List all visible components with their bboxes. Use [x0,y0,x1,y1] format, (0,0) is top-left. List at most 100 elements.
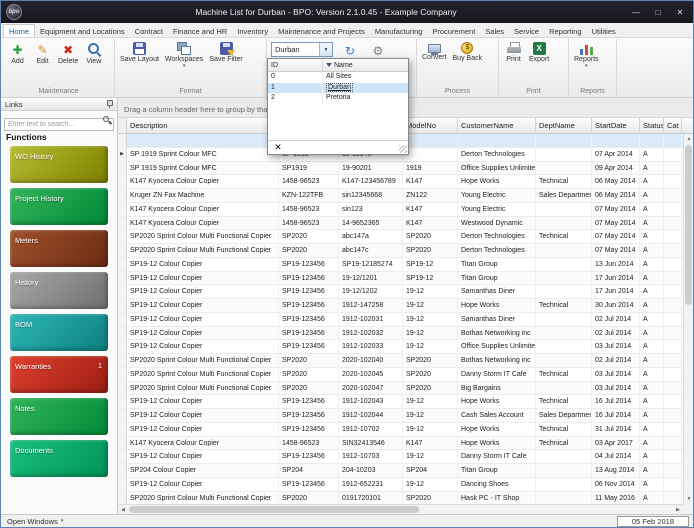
print-button[interactable]: Print [501,40,526,86]
scroll-up-icon[interactable]: ▲ [684,134,693,144]
tab-reporting[interactable]: Reporting [544,25,587,37]
column-header-modelno[interactable]: ModelNo [403,118,458,133]
grid-cell [664,230,682,243]
function-project-history[interactable]: Project History [10,188,108,225]
tab-finance-and-hr[interactable]: Finance and HR [168,25,232,37]
save-filter-button[interactable]: Save Filter [206,40,245,86]
function-notes[interactable]: Notes [10,398,108,435]
popup-column-id[interactable]: ID [268,59,323,71]
horizontal-scrollbar[interactable]: ◀ ▶ [118,504,683,514]
function-bom[interactable]: BOM [10,314,108,351]
grid-row[interactable]: SP2020 Sprint Colour Multi Functional Co… [118,382,683,396]
scroll-left-icon[interactable]: ◀ [118,505,128,514]
tab-service[interactable]: Service [509,25,544,37]
functions-list: WO History Project History Meters History BO… [1,144,117,514]
site-option-all-sites[interactable]: 0All Sites [268,72,408,83]
tab-equipment-and-locations[interactable]: Equipment and Locations [35,25,130,37]
grid-row[interactable]: SP19-12 Colour CopierSP19-1234561912-102… [118,340,683,354]
grid-row[interactable]: SP2020 Sprint Colour Multi Functional Co… [118,492,683,505]
save-layout-button[interactable]: Save Layout [117,40,162,86]
function-documents[interactable]: Documents [10,440,108,477]
search-icon[interactable] [103,116,111,124]
grid-row[interactable]: SP19-12 Colour CopierSP19-1234561912-147… [118,299,683,313]
column-header-description[interactable]: Description [127,118,279,133]
refresh-button[interactable] [339,40,361,58]
reports-button[interactable]: Reports▾ [571,40,602,86]
export-label: Export [529,56,549,63]
tab-contract[interactable]: Contract [130,25,168,37]
open-windows-button[interactable]: Open Windows ▾ [3,517,67,526]
delete-button[interactable]: Delete [55,40,81,86]
grid-row[interactable]: K147 Kyocera Colour Copier1458-96523sin1… [118,203,683,217]
workspaces-button[interactable]: Workspaces▾ [162,40,206,86]
grid-row[interactable]: SP204 Colour CopierSP204204-10203SP204Ti… [118,464,683,478]
tab-maintenance-and-projects[interactable]: Maintenance and Projects [273,25,370,37]
export-button[interactable]: Export [526,40,552,86]
grid-cell: Technical [536,175,592,188]
function-history[interactable]: History [10,272,108,309]
function-wo-history[interactable]: WO History [10,146,108,183]
function-warranties[interactable]: Warranties1 [10,356,108,393]
clear-filter-button[interactable]: ✕ [272,142,284,153]
grid-cell: 1458-96523 [279,175,339,188]
grid-row[interactable]: SP2020 Sprint Colour Multi Functional Co… [118,244,683,258]
horizontal-scroll-thumb[interactable] [129,506,419,513]
grid-row[interactable]: K147 Kyocera Colour Copier1458-96523K147… [118,175,683,189]
site-selector[interactable]: Durban▼ [271,42,333,57]
grid-row[interactable]: K147 Kyocera Colour Copier1458-9652314-9… [118,217,683,231]
scroll-right-icon[interactable]: ▶ [673,505,683,514]
tab-utilities[interactable]: Utilities [587,25,621,37]
convert-button[interactable]: Convert [419,40,450,86]
grid-row[interactable]: SP19-12 Colour CopierSP19-1234561912-102… [118,313,683,327]
column-header-status[interactable]: Status [640,118,664,133]
edit-button[interactable]: Edit [30,40,55,86]
grid-row[interactable]: Kruger ZN Fax MachineKZN-122TFBsin123456… [118,189,683,203]
grid-cell: SP19-123456 [279,313,339,326]
grid-row[interactable]: K147 Kyocera Colour Copier1458-96523SIN3… [118,437,683,451]
grid-row[interactable]: SP 1919 Sprint Colour MFCSP191919-902011… [118,162,683,176]
scroll-down-icon[interactable]: ▼ [684,494,693,504]
grid-row[interactable]: SP2020 Sprint Colour Multi Functional Co… [118,230,683,244]
grid-row[interactable]: SP19-12 Colour CopierSP19-1234561912-102… [118,395,683,409]
grid-row[interactable]: SP19-12 Colour CopierSP19-12345619-12/12… [118,272,683,286]
site-option-pretoria[interactable]: 2Pretoria [268,93,408,104]
site-selector-dropdown-button[interactable]: ▼ [319,43,332,56]
grid-row[interactable]: SP2020 Sprint Colour Multi Functional Co… [118,354,683,368]
grid-cell [664,464,682,477]
links-panel-header[interactable]: Links [1,98,117,111]
grid-row[interactable]: SP19-12 Colour CopierSP19-1234561912-107… [118,450,683,464]
grid-row[interactable]: SP19-12 Colour CopierSP19-1234561912-102… [118,327,683,341]
grid-cell: SP19-123456 [279,450,339,463]
tab-manufacturing[interactable]: Manufacturing [370,25,428,37]
grid-row[interactable]: SP19-12 Colour CopierSP19-123456SP19-121… [118,258,683,272]
grid-cell: 19-12 [403,285,458,298]
buy-back-button[interactable]: Buy Back [450,40,486,86]
grid-row[interactable]: SP19-12 Colour CopierSP19-12345619-12/12… [118,285,683,299]
column-header-startdate[interactable]: StartDate [592,118,640,133]
grid-row[interactable]: SP19-12 Colour CopierSP19-1234561912-652… [118,478,683,492]
minimize-button[interactable]: — [625,4,647,20]
grid-row[interactable]: SP19-12 Colour CopierSP19-1234561912-107… [118,423,683,437]
tab-inventory[interactable]: Inventory [232,25,273,37]
column-header-deptname[interactable]: DeptName [536,118,592,133]
gear-button[interactable] [367,40,389,58]
site-option-durban[interactable]: 1Durban [268,83,408,94]
vertical-scrollbar[interactable]: ▲ ▼ [683,134,693,504]
tab-procurement[interactable]: Procurement [427,25,480,37]
tab-home[interactable]: Home [3,24,35,37]
column-header-cat[interactable]: Cat [664,118,682,133]
vertical-scroll-thumb[interactable] [685,145,692,305]
add-button[interactable]: Add [5,40,30,86]
function-meters[interactable]: Meters [10,230,108,267]
resize-grip-icon[interactable] [399,145,407,153]
search-input[interactable] [4,118,114,131]
grid-row[interactable]: SP2020 Sprint Colour Multi Functional Co… [118,368,683,382]
tab-sales[interactable]: Sales [480,25,509,37]
pin-icon[interactable] [105,100,113,109]
popup-column-name[interactable]: Name [323,59,408,71]
column-header-customername[interactable]: CustomerName [458,118,536,133]
maximize-button[interactable]: □ [647,4,669,20]
grid-row[interactable]: SP19-12 Colour CopierSP19-1234561912-102… [118,409,683,423]
close-button[interactable]: ✕ [669,4,691,20]
view-button[interactable]: View [81,40,106,86]
